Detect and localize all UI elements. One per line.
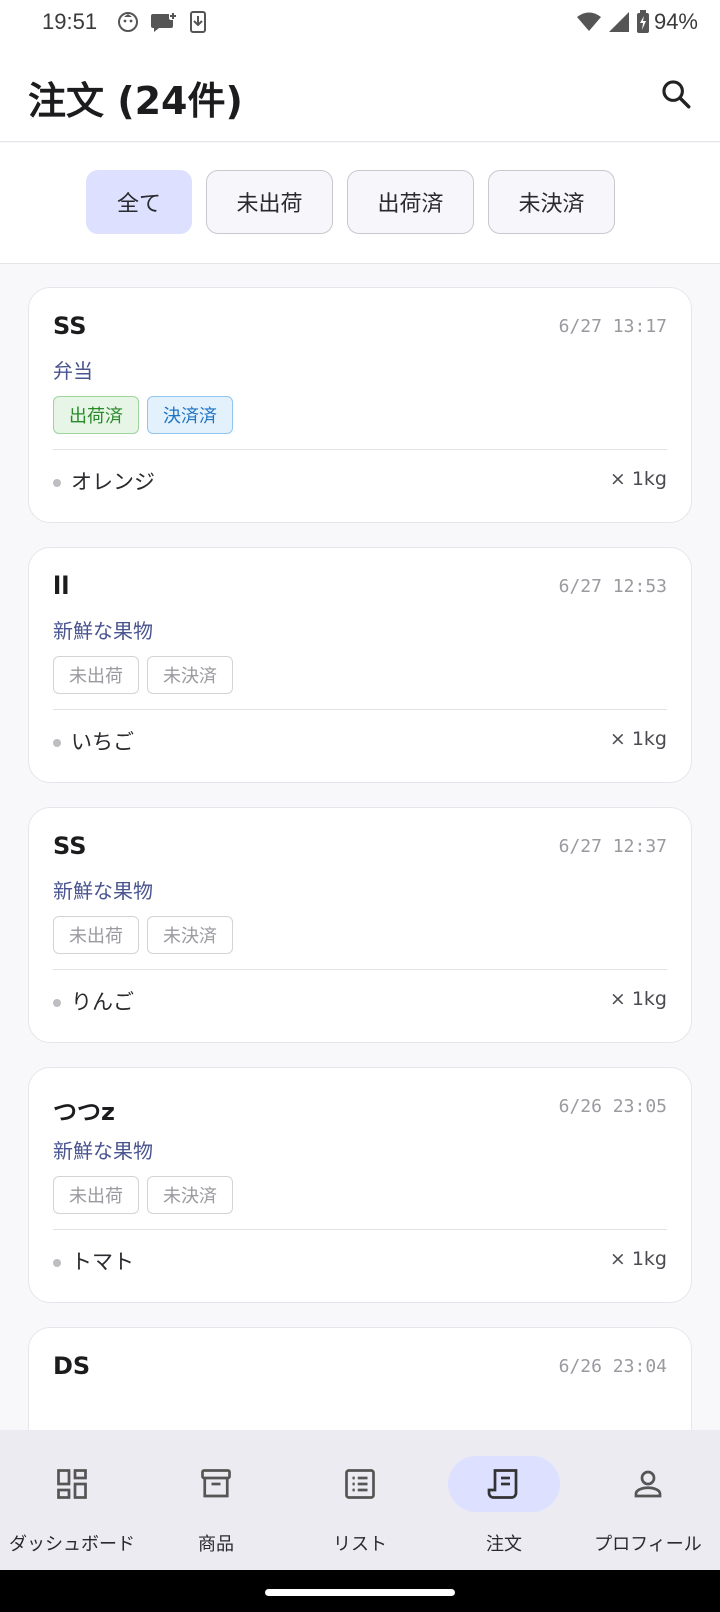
status-system-icons [576, 10, 650, 38]
nav-label: 商品 [198, 1534, 234, 1555]
bullet-icon [53, 739, 61, 747]
order-time: 6/26 23:05 [558, 1096, 667, 1117]
order-customer: SS [53, 832, 87, 860]
payment-status-badge: 未決済 [147, 656, 233, 694]
order-customer: つつz [53, 1098, 115, 1126]
nav-item-products[interactable]: 商品 [144, 1430, 288, 1570]
chat-add-icon [150, 10, 178, 38]
order-badges: 未出荷 未決済 [53, 916, 233, 954]
nav-label: 注文 [486, 1534, 522, 1555]
list-icon [340, 1464, 380, 1504]
order-card[interactable]: SS 6/27 13:17 弁当 出荷済 決済済 オレンジ × 1kg [28, 287, 692, 523]
home-gesture-handle[interactable] [265, 1589, 455, 1596]
bullet-icon [53, 1259, 61, 1267]
download-icon [188, 10, 208, 38]
order-time: 6/27 12:37 [558, 836, 667, 857]
order-badges: 未出荷 未決済 [53, 1176, 233, 1214]
order-time: 6/27 12:53 [558, 576, 667, 597]
search-button[interactable] [654, 72, 698, 116]
status-bar: 19:51 94% [0, 0, 720, 46]
payment-status-badge: 未決済 [147, 916, 233, 954]
order-shop: 新鮮な果物 [53, 1139, 153, 1163]
divider [53, 709, 667, 710]
app-header: 注文 (24件) [0, 46, 720, 142]
shipping-status-badge: 未出荷 [53, 916, 139, 954]
order-card[interactable]: SS 6/27 12:37 新鮮な果物 未出荷 未決済 りんご × 1kg [28, 807, 692, 1043]
order-item-name: オレンジ [71, 470, 155, 494]
battery-icon [636, 10, 650, 38]
payment-status-badge: 未決済 [147, 1176, 233, 1214]
gesture-area [0, 1570, 720, 1612]
filter-chip-unshipped[interactable]: 未出荷 [206, 170, 333, 234]
order-item-name: トマト [71, 1250, 134, 1274]
bottom-nav: ダッシュボード 商品 リスト 注文 プロフィール [0, 1430, 720, 1570]
nav-item-list[interactable]: リスト [288, 1430, 432, 1570]
order-shop: 新鮮な果物 [53, 879, 153, 903]
order-item-qty: × 1kg [609, 988, 667, 1010]
shipping-status-badge: 出荷済 [53, 396, 139, 434]
order-customer: DS [53, 1352, 91, 1380]
nav-label: ダッシュボード [9, 1534, 135, 1555]
order-item-qty: × 1kg [609, 1248, 667, 1270]
nav-item-orders[interactable]: 注文 [432, 1430, 576, 1570]
divider [53, 969, 667, 970]
nav-label: リスト [333, 1534, 387, 1555]
filter-bar: 全て 未出荷 出荷済 未決済 [0, 143, 720, 264]
order-shop: 弁当 [53, 359, 93, 383]
wifi-icon [576, 11, 602, 37]
order-item-name: いちご [71, 730, 134, 754]
nav-item-dashboard[interactable]: ダッシュボード [0, 1430, 144, 1570]
order-card[interactable]: つつz 6/26 23:05 新鮮な果物 未出荷 未決済 トマト × 1kg [28, 1067, 692, 1303]
filter-chip-unpaid[interactable]: 未決済 [488, 170, 615, 234]
order-customer: ll [53, 572, 70, 600]
order-item-qty: × 1kg [609, 468, 667, 490]
payment-status-badge: 決済済 [147, 396, 233, 434]
order-card[interactable]: ll 6/27 12:53 新鮮な果物 未出荷 未決済 いちご × 1kg [28, 547, 692, 783]
nav-label: プロフィール [594, 1534, 702, 1555]
divider [53, 1229, 667, 1230]
bullet-icon [53, 479, 61, 487]
filter-chip-all[interactable]: 全て [86, 170, 192, 234]
search-icon [662, 80, 691, 109]
order-item-name: りんご [71, 990, 134, 1014]
order-customer: SS [53, 312, 87, 340]
bullet-icon [53, 999, 61, 1007]
order-badges: 出荷済 決済済 [53, 396, 233, 434]
divider [53, 449, 667, 450]
nav-item-profile[interactable]: プロフィール [576, 1430, 720, 1570]
order-shop: 新鮮な果物 [53, 619, 153, 643]
person-icon [628, 1464, 668, 1504]
shipping-status-badge: 未出荷 [53, 656, 139, 694]
status-time: 19:51 [42, 9, 98, 34]
order-card[interactable]: DS 6/26 23:04 [28, 1327, 692, 1430]
filter-chips: 全て 未出荷 出荷済 未決済 [86, 170, 615, 234]
archive-box-icon [196, 1464, 236, 1504]
dashboard-icon [52, 1464, 92, 1504]
shipping-status-badge: 未出荷 [53, 1176, 139, 1214]
order-time: 6/27 13:17 [558, 316, 667, 337]
signal-icon [608, 11, 630, 37]
receipt-icon [484, 1464, 524, 1504]
order-badges: 未出荷 未決済 [53, 656, 233, 694]
battery-percent: 94% [653, 9, 698, 34]
status-notification-icons [116, 10, 208, 38]
filter-chip-shipped[interactable]: 出荷済 [347, 170, 474, 234]
order-list[interactable]: SS 6/27 13:17 弁当 出荷済 決済済 オレンジ × 1kg ll 6… [0, 264, 720, 1430]
order-item-qty: × 1kg [609, 728, 667, 750]
page-title: 注文 (24件) [28, 79, 243, 123]
face-notification-icon [116, 10, 140, 38]
order-time: 6/26 23:04 [558, 1356, 667, 1377]
